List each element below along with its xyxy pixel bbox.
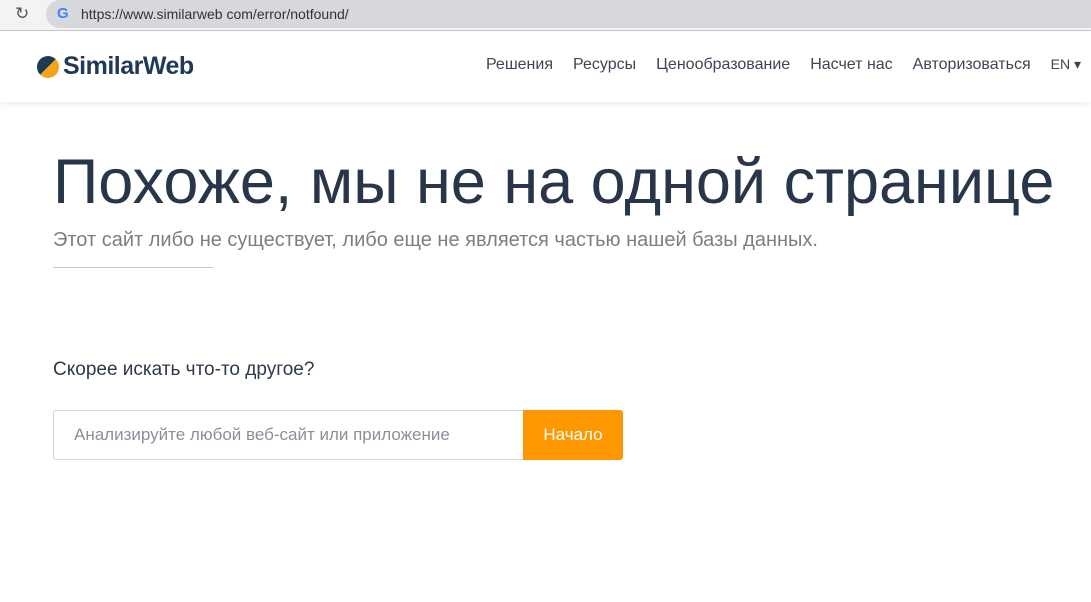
page-subtitle: Этот сайт либо не существует, либо еще н… — [53, 229, 818, 251]
url-text[interactable]: https://www.similarweb com/error/notfoun… — [81, 6, 349, 22]
search-prompt: Скорее искать что-то другое? — [53, 359, 315, 380]
site-header: SimilarWeb Решения Ресурсы Ценообразован… — [0, 32, 1091, 102]
main-nav: Решения Ресурсы Ценообразование Насчет н… — [486, 56, 1081, 74]
nav-login[interactable]: Авторизоваться — [913, 56, 1031, 74]
logo[interactable]: SimilarWeb — [37, 52, 194, 81]
divider — [53, 267, 213, 268]
search-button[interactable]: Начало — [523, 410, 623, 460]
browser-toolbar: ↻ G https://www.similarweb com/error/not… — [0, 0, 1091, 31]
nav-pricing[interactable]: Ценообразование — [656, 56, 790, 74]
nav-resources[interactable]: Ресурсы — [573, 56, 636, 74]
google-icon: G — [57, 5, 69, 22]
nav-solutions[interactable]: Решения — [486, 56, 553, 74]
search-input[interactable] — [53, 410, 523, 460]
logo-text: SimilarWeb — [63, 52, 194, 80]
page-title: Похоже, мы не на одной странице — [53, 147, 1055, 217]
address-bar[interactable]: G https://www.similarweb com/error/notfo… — [46, 0, 1091, 28]
logo-icon — [37, 55, 59, 78]
language-dropdown[interactable]: EN ▾ — [1051, 56, 1081, 74]
nav-about[interactable]: Насчет нас — [810, 56, 892, 74]
reload-icon[interactable]: ↻ — [15, 4, 29, 24]
